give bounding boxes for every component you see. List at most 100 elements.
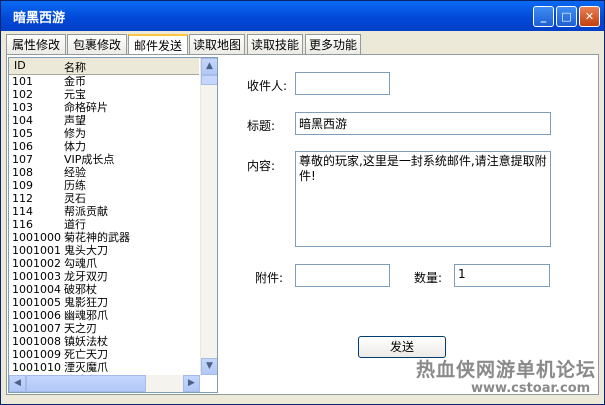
item-name: 经验 <box>64 166 86 179</box>
watermark-url: www.cstoar.com <box>471 381 591 396</box>
list-header: ID 名称 <box>9 58 199 75</box>
column-header-id[interactable]: ID <box>14 59 26 72</box>
item-id: 101 <box>12 75 33 88</box>
tab-more-functions[interactable]: 更多功能 <box>305 34 361 54</box>
list-item[interactable]: 1001003 龙牙双刃 <box>9 270 199 283</box>
item-name: 破邪杖 <box>64 283 97 296</box>
item-name: 帮派贡献 <box>64 205 108 218</box>
attachment-label: 附件: <box>255 271 284 285</box>
list-item[interactable]: 107 VIP成长点 <box>9 153 199 166</box>
list-item[interactable]: 1001006 幽魂邪爪 <box>9 309 199 322</box>
mail-panel: ID 名称 101 金币 102 元宝 103 命格碎片 104 声望 105 修为 106 体力 10… <box>6 54 599 395</box>
item-id: 109 <box>12 179 33 192</box>
list-item[interactable]: 1001000 菊花神的武器 <box>9 231 199 244</box>
item-name: 元宝 <box>64 88 86 101</box>
list-item[interactable]: 114 帮派贡献 <box>9 205 199 218</box>
subject-label: 标题: <box>247 119 276 133</box>
tab-read-skill[interactable]: 读取技能 <box>247 34 303 54</box>
item-name: 命格碎片 <box>64 101 108 114</box>
item-id: 1001005 <box>12 296 61 309</box>
item-id: 106 <box>12 140 33 153</box>
item-name: 历练 <box>64 179 86 192</box>
item-name: 镇妖法杖 <box>64 335 108 348</box>
item-id: 107 <box>12 153 33 166</box>
item-id: 102 <box>12 88 33 101</box>
item-name: 体力 <box>64 140 86 153</box>
item-id: 103 <box>12 101 33 114</box>
item-id: 1001010 <box>12 361 61 374</box>
list-item[interactable]: 1001010 湮灭魔爪 <box>9 361 199 374</box>
list-item[interactable]: 1001008 镇妖法杖 <box>9 335 199 348</box>
scroll-right-icon[interactable]: ▶ <box>183 375 200 392</box>
close-icon[interactable]: ✕ <box>579 6 600 27</box>
list-item[interactable]: 101 金币 <box>9 75 199 88</box>
list-item[interactable]: 105 修为 <box>9 127 199 140</box>
item-name: 道行 <box>64 218 86 231</box>
scroll-left-icon[interactable]: ◀ <box>9 375 26 392</box>
scroll-down-icon[interactable]: ▼ <box>201 358 217 375</box>
item-name: 菊花神的武器 <box>64 231 130 244</box>
list-item[interactable]: 1001004 破邪杖 <box>9 283 199 296</box>
recipient-label: 收件人: <box>247 79 288 93</box>
list-item[interactable]: 1001007 天之刃 <box>9 322 199 335</box>
item-id: 1001009 <box>12 348 61 361</box>
content-textarea[interactable]: 尊敬的玩家,这里是一封系统邮件,请注意提取附件! <box>295 151 551 247</box>
item-id: 1001008 <box>12 335 61 348</box>
list-item[interactable]: 104 声望 <box>9 114 199 127</box>
item-id: 1001001 <box>12 244 61 257</box>
app-window: 暗黑西游 _ □ ✕ 属性修改 包裹修改 邮件发送 读取地图 读取技能 更多功能… <box>0 0 605 405</box>
quantity-label: 数量: <box>414 271 443 285</box>
attachment-input[interactable] <box>295 264 390 287</box>
item-name: 勾魂爪 <box>64 257 97 270</box>
tab-attribute-edit[interactable]: 属性修改 <box>6 34 66 54</box>
scroll-up-icon[interactable]: ▲ <box>201 58 217 75</box>
tab-bag-edit[interactable]: 包裹修改 <box>67 34 127 54</box>
horizontal-scrollbar[interactable]: ◀ ▶ <box>9 375 200 392</box>
item-list[interactable]: ID 名称 101 金币 102 元宝 103 命格碎片 104 声望 105 修为 106 体力 10… <box>8 57 218 393</box>
list-item[interactable]: 1001009 死亡天刀 <box>9 348 199 361</box>
window-title: 暗黑西游 <box>13 11 66 26</box>
list-item[interactable]: 102 元宝 <box>9 88 199 101</box>
item-id: 116 <box>12 218 33 231</box>
item-name: 金币 <box>64 75 86 88</box>
item-name: VIP成长点 <box>64 153 115 166</box>
list-item[interactable]: 1001002 勾魂爪 <box>9 257 199 270</box>
item-id: 1001007 <box>12 322 61 335</box>
title-bar[interactable]: 暗黑西游 _ □ ✕ <box>1 1 604 31</box>
item-id: 1001000 <box>12 231 61 244</box>
item-id: 1001006 <box>12 309 61 322</box>
item-id: 105 <box>12 127 33 140</box>
list-item[interactable]: 103 命格碎片 <box>9 101 199 114</box>
list-item[interactable]: 109 历练 <box>9 179 199 192</box>
list-item[interactable]: 116 道行 <box>9 218 199 231</box>
list-item[interactable]: 112 灵石 <box>9 192 199 205</box>
subject-input[interactable]: 暗黑西游 <box>295 112 551 135</box>
column-header-name[interactable]: 名称 <box>64 59 86 75</box>
maximize-icon[interactable]: □ <box>556 6 577 27</box>
vertical-scrollbar[interactable]: ▲ ▼ <box>200 58 217 375</box>
item-name: 修为 <box>64 127 86 140</box>
list-item[interactable]: 106 体力 <box>9 140 199 153</box>
item-name: 声望 <box>64 114 86 127</box>
list-item[interactable]: 1001005 鬼影狂刀 <box>9 296 199 309</box>
list-item[interactable]: 1001001 鬼头大刀 <box>9 244 199 257</box>
watermark-text: 热血侠网游单机论坛 <box>416 359 597 381</box>
quantity-input[interactable]: 1 <box>454 264 550 287</box>
tab-read-map[interactable]: 读取地图 <box>189 34 245 54</box>
item-id: 112 <box>12 192 33 205</box>
tab-mail-send[interactable]: 邮件发送 <box>128 34 188 55</box>
scroll-thumb[interactable] <box>201 75 217 85</box>
list-rows: 101 金币 102 元宝 103 命格碎片 104 声望 105 修为 106 体力 107 VIP成长… <box>9 75 199 375</box>
list-item[interactable]: 108 经验 <box>9 166 199 179</box>
item-name: 鬼头大刀 <box>64 244 108 257</box>
item-id: 104 <box>12 114 33 127</box>
horizontal-scroll-thumb[interactable] <box>26 375 146 392</box>
item-name: 鬼影狂刀 <box>64 296 108 309</box>
item-id: 108 <box>12 166 33 179</box>
content-label: 内容: <box>247 159 276 173</box>
minimize-icon[interactable]: _ <box>533 6 554 27</box>
item-id: 1001002 <box>12 257 61 270</box>
recipient-input[interactable] <box>295 72 390 95</box>
item-id: 1001003 <box>12 270 61 283</box>
item-name: 死亡天刀 <box>64 348 108 361</box>
